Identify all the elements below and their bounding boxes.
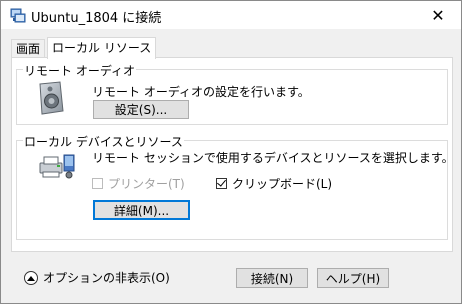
details-button-label: 詳細(M)... — [113, 203, 170, 218]
local-devices-group: ローカル デバイスとリソース リモート セッションで使用するデバイスとリソースを… — [16, 133, 454, 240]
checkmark-icon — [217, 177, 226, 187]
local-resources-panel: リモート オーディオ リモート オーディオの設定を行います。 設定(S)... — [11, 57, 454, 252]
clipboard-checkbox[interactable]: クリップボード(L) — [216, 175, 332, 192]
tab-local-resources[interactable]: ローカル リソース — [47, 37, 157, 59]
printer-checkbox-label: プリンター(T) — [108, 177, 185, 191]
close-icon: ✕ — [431, 5, 445, 25]
local-devices-description: リモート セッションで使用するデバイスとリソースを選択します。 — [92, 151, 454, 165]
details-button[interactable]: 詳細(M)... — [93, 200, 190, 220]
title-bar[interactable]: Ubuntu_1804 に接続 ✕ — [1, 1, 461, 29]
clipboard-checkbox-label: クリップボード(L) — [232, 177, 333, 191]
printer-checkbox-box[interactable] — [92, 178, 103, 189]
tab-display[interactable]: 画面 — [11, 39, 46, 58]
audio-settings-button[interactable]: 設定(S)... — [93, 100, 189, 119]
remote-audio-description: リモート オーディオの設定を行います。 — [92, 85, 310, 99]
remote-audio-group-label: リモート オーディオ — [23, 62, 136, 79]
close-button[interactable]: ✕ — [415, 1, 461, 29]
connect-button[interactable]: 接続(N) — [236, 268, 308, 288]
speaker-icon — [39, 81, 64, 115]
tab-local-resources-label: ローカル リソース — [52, 41, 152, 55]
rdp-connection-dialog: Ubuntu_1804 に接続 ✕ 画面 ローカル リソース リモート オーディ… — [0, 0, 462, 304]
collapse-circle-icon[interactable] — [24, 270, 38, 285]
window-title: Ubuntu_1804 に接続 — [31, 11, 162, 26]
connect-button-label: 接続(N) — [250, 271, 294, 286]
printer-checkbox[interactable]: プリンター(T) — [92, 175, 185, 192]
tab-display-label: 画面 — [16, 42, 41, 56]
chevron-up-icon — [27, 275, 35, 281]
remote-audio-group: リモート オーディオ リモート オーディオの設定を行います。 設定(S)... — [16, 62, 448, 125]
hide-options-label: オプションの非表示(O) — [43, 271, 170, 285]
help-button-label: ヘルプ(H) — [325, 271, 381, 286]
devices-icon — [39, 154, 75, 179]
clipboard-checkbox-box[interactable] — [216, 177, 227, 189]
hide-options-toggle[interactable]: オプションの非表示(O) — [24, 269, 170, 286]
help-button[interactable]: ヘルプ(H) — [317, 268, 389, 288]
local-devices-group-label: ローカル デバイスとリソース — [23, 133, 184, 150]
remote-desktop-icon — [10, 8, 26, 23]
audio-settings-button-label: 設定(S)... — [114, 103, 168, 117]
